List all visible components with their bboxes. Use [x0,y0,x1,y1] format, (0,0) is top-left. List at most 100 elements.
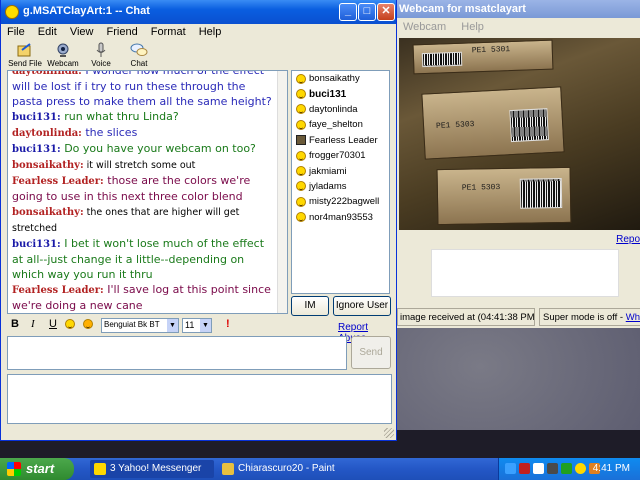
font-select[interactable]: Benguiat Bk BT ▼ [101,318,179,333]
format-toolbar: B I U Benguiat Bk BT ▼ 11 ▼ ! [1,316,396,334]
clay-package: PE1 5303 [436,166,572,226]
im-button[interactable]: IM [291,296,329,316]
message-text: Do you have your webcam on too? [60,142,256,155]
task-paint[interactable]: Chiarascuro20 - Paint [218,460,346,478]
ignore-user-button[interactable]: Ignore User [333,296,391,316]
menu-help[interactable]: Help [199,26,222,38]
super-mode-text: Super mode is off - [543,312,626,323]
buddy-item[interactable]: Fearless Leader [292,133,389,148]
chevron-down-icon: ▼ [167,319,178,332]
buddy-name: frogger70301 [309,150,366,162]
underline-button[interactable]: U [49,318,57,330]
menu-edit[interactable]: Edit [38,26,57,38]
message-input[interactable] [7,336,347,370]
buddy-name: bonsaikathy [309,73,360,85]
message-sender[interactable]: buci131: [12,144,61,155]
menu-file[interactable]: File [7,26,25,38]
resize-grip[interactable] [384,428,394,438]
buddy-item[interactable]: buci131 [292,86,389,101]
buddy-item[interactable]: bonsaikathy [292,71,389,86]
buddy-name: misty222bagwell [309,196,380,208]
smiley-icon [296,212,306,223]
buddy-item[interactable]: faye_shelton [292,117,389,132]
maximize-button[interactable]: □ [358,3,376,21]
minimize-button[interactable]: _ [339,3,357,21]
messenger-tray-icon[interactable] [575,463,586,474]
font-size-select[interactable]: 11 ▼ [182,318,212,333]
menu-format[interactable]: Format [151,26,186,38]
webcam-icon [57,43,69,57]
buddy-name: jakmiami [309,165,347,177]
smiley-icon [296,73,306,84]
buddy-item[interactable]: misty222bagwell [292,194,389,209]
network-icon[interactable] [505,463,516,474]
volume-icon[interactable] [547,463,558,474]
chat-titlebar[interactable]: g.MSATClayArt:1 -- Chat _ □ ✕ [1,0,396,24]
smiley-icon [296,196,306,207]
buddy-item[interactable]: nor4man93553 [292,210,389,225]
image-received-status: image received at (04:41:38 PM) [397,308,535,326]
smiley-icon [296,150,306,161]
chat-log[interactable]: daytonlinda: I wonder how much of the ef… [7,70,288,314]
webcam-feed-image: PE1 5301 PE1 5303 PE1 5303 [399,38,640,230]
chat-button[interactable]: Chat [117,41,161,68]
clay-package: PE1 5303 [421,86,565,160]
bold-button[interactable]: B [11,318,19,330]
barcode [509,108,549,143]
message-sender[interactable]: daytonlinda: [12,71,82,77]
audible-button[interactable] [83,319,96,332]
chat-title: g.MSATClayArt:1 -- Chat [23,5,150,17]
message-sender[interactable]: Fearless Leader: [12,285,104,296]
font-select-value: Benguiat Bk BT [104,320,160,329]
smiley-icon [296,166,306,177]
send-button[interactable]: Send [351,336,391,369]
buddy-item[interactable]: frogger70301 [292,148,389,163]
font-size-value: 11 [185,320,195,330]
webcam-menu-help[interactable]: Help [461,21,484,33]
webcam-ad-area [431,249,619,297]
smiley-icon [296,104,306,115]
tray-app-icon[interactable] [533,463,544,474]
message-sender[interactable]: buci131: [12,112,61,123]
message-sender[interactable]: Fearless Leader: [12,176,104,187]
buddy-name: buci131 [309,88,347,100]
webcam-menu-webcam[interactable]: Webcam [403,21,446,33]
chat-message: buci131: run what thru Linda? [12,109,278,125]
barcode [519,177,563,209]
audible-icon [83,319,93,329]
chat-message: daytonlinda: the slices [12,125,278,141]
start-button[interactable]: start [0,458,74,480]
webcam-report-link[interactable]: Repo [616,234,640,245]
buddy-name: daytonlinda [309,103,358,115]
task-yahoo-messenger[interactable]: 3 Yahoo! Messenger [90,460,214,478]
imvironment-icon[interactable]: ! [226,318,230,330]
buddy-list[interactable]: bonsaikathy buci131 daytonlinda faye_shelto… [291,70,390,294]
message-sender[interactable]: buci131: [12,239,61,250]
message-sender[interactable]: daytonlinda: [12,128,82,139]
chat-log-scrollbar[interactable] [277,71,287,313]
buddy-item[interactable]: daytonlinda [292,102,389,117]
menu-friend[interactable]: Friend [107,26,138,38]
message-sender[interactable]: bonsaikathy: [12,160,84,171]
menu-view[interactable]: View [70,26,94,38]
buddy-item[interactable]: jakmiami [292,163,389,178]
chat-message: buci131: I bet it won't lose much of the… [12,236,278,282]
antivirus-icon[interactable] [519,463,530,474]
yahoo-messenger-icon [94,463,106,475]
italic-button[interactable]: I [31,318,35,330]
chat-messages: daytonlinda: I wonder how much of the ef… [12,71,278,313]
buddy-item[interactable]: jyladams [292,179,389,194]
voice-icon [96,42,106,57]
close-button[interactable]: ✕ [377,3,395,21]
smiley-icon [296,119,306,130]
emoticon-button[interactable] [65,319,78,332]
message-text: the slices [81,126,138,139]
message-sender[interactable]: bonsaikathy: [12,207,84,218]
buddy-name: faye_shelton [309,119,363,131]
chevron-down-icon: ▼ [200,319,211,332]
super-mode-link[interactable]: What [626,312,640,323]
tray-app-icon[interactable] [561,463,572,474]
task-paint-label: Chiarascuro20 - Paint [238,463,335,474]
clay-package: PE1 5301 [412,39,554,75]
send-file-icon [17,43,31,57]
